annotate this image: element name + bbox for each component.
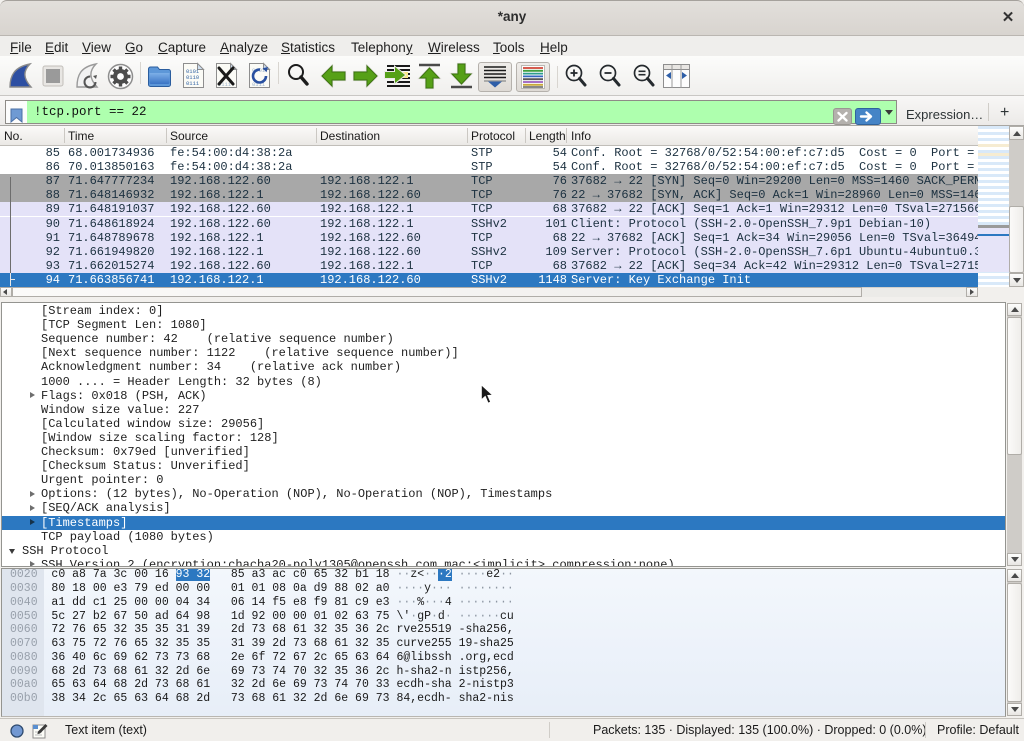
- svg-text:0111: 0111: [186, 80, 200, 87]
